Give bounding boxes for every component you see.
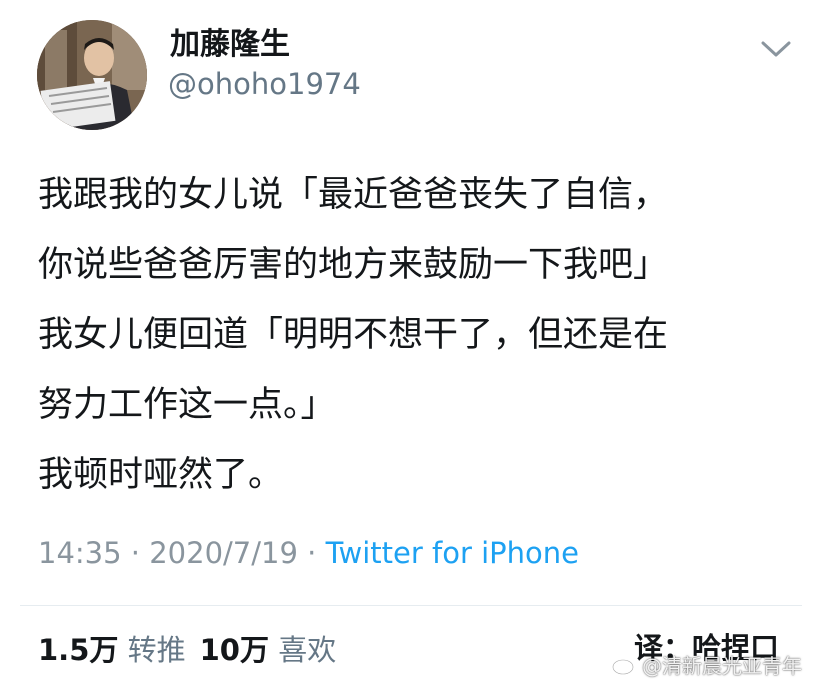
tweet-text-line: 我顿时哑然了。 — [38, 455, 284, 495]
retweets-label: 转推 — [127, 633, 186, 667]
watermark: @清新晨光亚青年 — [612, 652, 802, 680]
watermark-text: @清新晨光亚青年 — [642, 654, 802, 678]
retweets-stat[interactable]: 1.5万 转推 — [38, 633, 186, 667]
user-handle[interactable]: @ohoho1974 — [168, 66, 361, 102]
meta-separator: · — [307, 536, 317, 570]
retweets-count: 1.5万 — [38, 633, 119, 667]
tweet-time[interactable]: 14:35 — [38, 536, 122, 570]
tweet-stats: 1.5万 转推 10万 喜欢 — [38, 630, 336, 670]
display-name[interactable]: 加藤隆生 — [170, 27, 290, 63]
tweet-text-line: 我女儿便回道「明明不想干了，但还是在 — [38, 315, 669, 355]
chevron-down-icon[interactable] — [758, 36, 794, 62]
tweet-date[interactable]: 2020/7/19 — [149, 536, 298, 570]
tweet-text-line: 努力工作这一点。」 — [38, 385, 336, 425]
tweet-card: 加藤隆生 @ohoho1974 我跟我的女儿说「最近爸爸丧失了自信， 你说些爸爸… — [0, 0, 822, 680]
tweet-meta: 14:35 · 2020/7/19 · Twitter for iPhone — [38, 533, 579, 573]
likes-count: 10万 — [199, 633, 269, 667]
likes-stat[interactable]: 10万 喜欢 — [200, 633, 337, 667]
weibo-icon — [612, 654, 638, 680]
tweet-source-link[interactable]: Twitter for iPhone — [326, 536, 579, 570]
tweet-text-line: 我跟我的女儿说「最近爸爸丧失了自信， — [38, 175, 669, 215]
tweet-text-line: 你说些爸爸厉害的地方来鼓励一下我吧」 — [38, 245, 669, 285]
divider — [20, 605, 802, 606]
likes-label: 喜欢 — [278, 633, 337, 667]
meta-separator: · — [130, 536, 141, 570]
tweet-text: 我跟我的女儿说「最近爸爸丧失了自信， 你说些爸爸厉害的地方来鼓励一下我吧」 我女… — [38, 160, 808, 510]
avatar[interactable] — [37, 20, 147, 130]
